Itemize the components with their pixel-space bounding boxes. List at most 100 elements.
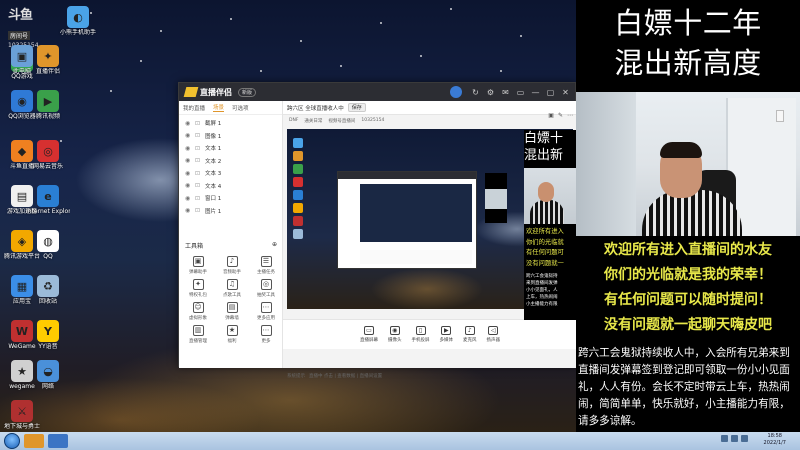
- desktop-icon-d10[interactable]: eInternet Explorer: [26, 185, 70, 216]
- lock-icon[interactable]: ⊡: [195, 195, 205, 202]
- title-bar-icon[interactable]: ✕: [560, 88, 571, 97]
- toolbox: 工具箱 ⊕ ▣ 弹幕助手 ♪ 音频助手 ☰ 主播任务 ✦ 特权礼包 ♫ 点歌工具 ◎ 抽奖工具 ☺ 虚拟形…: [179, 239, 283, 348]
- eye-icon[interactable]: ◉: [185, 170, 195, 177]
- tool-item[interactable]: ★ 福利: [215, 325, 249, 344]
- star: [420, 55, 422, 57]
- eye-icon[interactable]: ◉: [185, 120, 195, 127]
- footer-text: 直播中 点击 | 查看数据 | 直播间设置: [309, 374, 383, 379]
- tool-item[interactable]: ⋯ 更多应用: [249, 302, 283, 321]
- source-row[interactable]: ◉ ⊡ 窗口 1: [185, 192, 276, 205]
- tool-label: 虚拟形象: [189, 316, 207, 321]
- lock-icon[interactable]: ⊡: [195, 182, 205, 189]
- source-name: 截屏 1: [205, 121, 222, 128]
- source-row[interactable]: ◉ ⊡ 文本 4: [185, 180, 276, 193]
- desktop-icon-d8[interactable]: ◎ 网易云音乐: [26, 140, 70, 171]
- source-name: 文本 3: [205, 171, 222, 178]
- tool-item[interactable]: ☰ 主播任务: [249, 256, 283, 275]
- desktop-icon-d19[interactable]: ⚔ 地下城与勇士: [0, 400, 44, 431]
- tray-icon[interactable]: [731, 435, 738, 442]
- tab-1[interactable]: 场景: [213, 103, 225, 112]
- scene-title[interactable]: 跨六区 全球直播收人中: [287, 104, 344, 112]
- title-bar-icon[interactable]: ▭: [515, 88, 526, 97]
- bottom-toolbar: ▭ 直播屏幕 ◉ 摄像头 ▯ 手机投屏 ▶ 多媒体 ♪ 麦克风 ◁ 扬声器: [283, 319, 577, 349]
- clock-date: 2022/1/7: [763, 440, 786, 446]
- light-switch: [776, 110, 784, 122]
- tool-item[interactable]: ☺ 虚拟形象: [181, 302, 215, 321]
- desktop-icon-glyph: Y: [37, 320, 59, 342]
- tab-2[interactable]: 可选项: [232, 104, 249, 112]
- title-bar-icon[interactable]: —: [530, 88, 541, 97]
- bottom-tool-icon: ▶: [441, 326, 452, 335]
- app-title-bar[interactable]: 直播伴侣 新版 ↻ ⚙ ✉ ▭ — ▢ ✕: [179, 83, 575, 101]
- preview-control-icon[interactable]: ▣: [548, 112, 554, 119]
- title-bar-icon[interactable]: ✉: [500, 88, 511, 97]
- lock-icon[interactable]: ⊡: [195, 120, 205, 127]
- taskbar-clock[interactable]: 18:58 2022/1/7: [764, 433, 786, 447]
- tool-item[interactable]: ▣ 弹幕助手: [181, 256, 215, 275]
- desktop-icon-d6[interactable]: ▶ 腾讯视频: [26, 90, 70, 121]
- toolbox-more-icon[interactable]: ⊕: [272, 241, 277, 250]
- bottom-tool[interactable]: ▶ 多媒体: [440, 326, 453, 343]
- desktop-icon-label: 回收站: [38, 298, 57, 305]
- preview-control-icon[interactable]: ⋯: [567, 112, 573, 119]
- desktop-icon-label: 腾讯视频: [35, 113, 60, 120]
- tool-icon: ☺: [192, 302, 204, 313]
- source-row[interactable]: ◉ ⊡ 图片 1: [185, 205, 276, 218]
- volume-icon[interactable]: [741, 435, 748, 442]
- user-avatar[interactable]: [450, 86, 462, 98]
- desktop-icon-d12[interactable]: ◍ QQ: [26, 230, 70, 261]
- toolbox-header: 工具箱 ⊕: [179, 239, 283, 252]
- tool-item[interactable]: ▤ 弹幕墙: [215, 302, 249, 321]
- star: [260, 70, 262, 72]
- title-bar-icon[interactable]: ↻: [470, 88, 481, 97]
- tool-item[interactable]: ♪ 音频助手: [215, 256, 249, 275]
- version-badge[interactable]: 新版: [238, 87, 257, 97]
- nested-webcam: [485, 189, 507, 209]
- source-row[interactable]: ◉ ⊡ 文本 2: [185, 155, 276, 168]
- save-button[interactable]: 保存: [347, 103, 366, 112]
- mini-overlay: 白嫖十 混出新 欢迎所有进入 你们的光临就 有任何问题可 没有问题就一 跨六工会鬼狱持…: [524, 130, 576, 320]
- bottom-tool[interactable]: ◉ 摄像头: [388, 326, 402, 343]
- tool-item[interactable]: ♫ 点歌工具: [215, 279, 249, 298]
- lock-icon[interactable]: ⊡: [195, 157, 205, 164]
- streaming-app-window[interactable]: 直播伴侣 新版 ↻ ⚙ ✉ ▭ — ▢ ✕ 我的直播 场景 可选项 ◉ ⊡ 截屏 1 ◉ ⊡ 图像 1 ◉ ⊡…: [178, 82, 577, 379]
- start-button[interactable]: [4, 433, 20, 449]
- stats-bar: DNF 通关日常 视频号直播间 10325154: [283, 115, 577, 126]
- tool-item[interactable]: ✦ 特权礼包: [181, 279, 215, 298]
- source-row[interactable]: ◉ ⊡ 文本 3: [185, 167, 276, 180]
- lock-icon[interactable]: ⊡: [195, 132, 205, 139]
- desktop-icon-d18[interactable]: ◒ 网络: [26, 360, 70, 391]
- taskbar-app-explorer[interactable]: [48, 434, 68, 448]
- tool-item[interactable]: ◎ 抽奖工具: [249, 279, 283, 298]
- tab-0[interactable]: 我的直播: [183, 104, 205, 112]
- desktop-icon-label: 地下城与勇士: [3, 423, 40, 430]
- bottom-tool[interactable]: ▭ 直播屏幕: [360, 326, 378, 343]
- source-row[interactable]: ◉ ⊡ 图像 1: [185, 130, 276, 143]
- desktop-icon-label: 网易云音乐: [32, 163, 63, 170]
- eye-icon[interactable]: ◉: [185, 195, 195, 202]
- title-bar-icon[interactable]: ▢: [545, 88, 556, 97]
- tray-icon[interactable]: [721, 435, 728, 442]
- eye-icon[interactable]: ◉: [185, 207, 195, 214]
- bottom-tool[interactable]: ♪ 麦克风: [463, 326, 477, 343]
- bottom-tool[interactable]: ◁ 扬声器: [487, 326, 500, 343]
- tool-item[interactable]: ⋯ 更多: [249, 325, 283, 344]
- eye-icon[interactable]: ◉: [185, 157, 195, 164]
- desktop-icon-d4[interactable]: ✦ 直播伴侣: [26, 45, 70, 76]
- desktop-icon-d1[interactable]: ◐ 小熊手机助手: [56, 6, 100, 37]
- desktop-icon-d14[interactable]: ♻ 回收站: [26, 275, 70, 306]
- bottom-tool[interactable]: ▯ 手机投屏: [412, 326, 430, 343]
- eye-icon[interactable]: ◉: [185, 145, 195, 152]
- title-bar-icon[interactable]: ⚙: [485, 88, 496, 97]
- eye-icon[interactable]: ◉: [185, 182, 195, 189]
- eye-icon[interactable]: ◉: [185, 132, 195, 139]
- tool-item[interactable]: ▥ 直播管理: [181, 325, 215, 344]
- lock-icon[interactable]: ⊡: [195, 170, 205, 177]
- lock-icon[interactable]: ⊡: [195, 207, 205, 214]
- preview-control-icon[interactable]: ✎: [558, 112, 563, 119]
- source-row[interactable]: ◉ ⊡ 文本 1: [185, 142, 276, 155]
- lock-icon[interactable]: ⊡: [195, 145, 205, 152]
- taskbar-app-livestream[interactable]: [24, 434, 44, 448]
- desktop-icon-d16[interactable]: Y YY语音: [26, 320, 70, 351]
- source-row[interactable]: ◉ ⊡ 截屏 1: [185, 117, 276, 130]
